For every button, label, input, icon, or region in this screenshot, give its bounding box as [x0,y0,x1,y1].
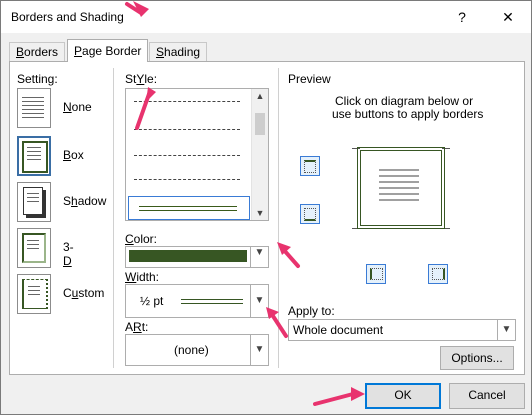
art-label: ARt: [125,320,149,334]
width-label: Width: [125,270,160,284]
borders-and-shading-dialog: Borders and Shading ? ✕ Borders Page Bor… [0,0,532,415]
scroll-thumb[interactable] [255,113,265,135]
art-value: (none) [174,343,209,357]
page-border-panel: Setting: None Box Shadow 3-D Custom StYl… [9,61,525,375]
style-option-dash-small[interactable] [134,101,240,102]
right-border-icon [432,268,445,280]
setting-custom-thumbnail [17,274,51,314]
ok-button[interactable]: OK [365,383,441,409]
setting-none-thumbnail [17,88,51,128]
preview-instruction-2: use buttons to apply borders [332,107,484,121]
width-value: ½ pt [140,294,164,308]
tab-strip: Borders Page Border Shading [1,39,531,62]
art-dropdown[interactable]: (none) ▼ [125,334,269,366]
setting-custom[interactable]: Custom [17,274,104,314]
help-button[interactable]: ? [449,5,475,29]
style-option-dash-dot[interactable] [134,155,240,156]
apply-to-value: Whole document [293,323,384,337]
chevron-down-icon[interactable]: ▼ [250,335,268,365]
left-border-icon [370,268,383,280]
color-dropdown[interactable]: ▼ [125,246,269,268]
close-button[interactable]: ✕ [495,5,521,29]
scroll-up-icon[interactable]: ▲ [252,89,268,103]
dialog-title: Borders and Shading [11,10,124,24]
setting-shadow[interactable]: Shadow [17,182,106,222]
bottom-border-button[interactable] [300,204,320,224]
width-line-sample [181,299,243,304]
style-option-dash-dot-dot[interactable] [134,179,240,180]
top-border-icon [304,160,316,173]
scroll-down-icon[interactable]: ▼ [252,206,268,220]
cancel-button[interactable]: Cancel [449,383,525,409]
options-button[interactable]: Options... [440,346,514,370]
preview-diagram[interactable] [352,144,450,234]
setting-none[interactable]: None [17,88,92,128]
style-option-double-selected[interactable] [128,196,250,220]
preview-page [357,147,445,229]
style-option-dash-large[interactable] [134,129,240,130]
right-border-button[interactable] [428,264,448,284]
setting-shadow-label: h [71,194,78,208]
bottom-border-icon [304,208,316,221]
apply-to-dropdown[interactable]: Whole document ▼ [288,319,516,341]
setting-3d[interactable]: 3-D [17,228,74,268]
setting-box-thumbnail [17,136,51,176]
preview-separator [278,68,279,368]
apply-to-label: Apply to: [288,304,335,318]
style-scrollbar[interactable]: ▲ ▼ [251,89,268,220]
top-border-button[interactable] [300,156,320,176]
setting-label: Setting: [17,72,58,86]
width-dropdown[interactable]: ½ pt ▼ [125,284,269,318]
chevron-down-icon[interactable]: ▼ [250,247,268,267]
left-border-button[interactable] [366,264,386,284]
color-swatch [129,250,247,262]
tab-borders[interactable]: Borders [9,42,66,61]
title-bar: Borders and Shading ? ✕ [1,1,531,33]
style-list[interactable]: ▲ ▼ [125,88,269,221]
chevron-down-icon[interactable]: ▼ [497,320,515,340]
setting-box-label: B [63,148,72,162]
setting-shadow-thumbnail [17,182,51,222]
tab-shading[interactable]: Shading [149,42,208,61]
setting-3d-thumbnail [17,228,51,268]
setting-3d-label: D [63,254,72,268]
tab-page-border[interactable]: Page Border [67,39,149,62]
color-label: Color: [125,232,158,246]
setting-box[interactable]: Box [17,136,84,176]
setting-none-label: N [63,100,72,114]
chevron-down-icon[interactable]: ▼ [250,285,268,317]
preview-instruction-1: Click on diagram below or [335,94,474,108]
setting-separator [113,68,114,368]
preview-label: Preview [288,72,331,86]
arrow-ok-icon [351,387,365,401]
style-label: StYle: [125,72,158,86]
